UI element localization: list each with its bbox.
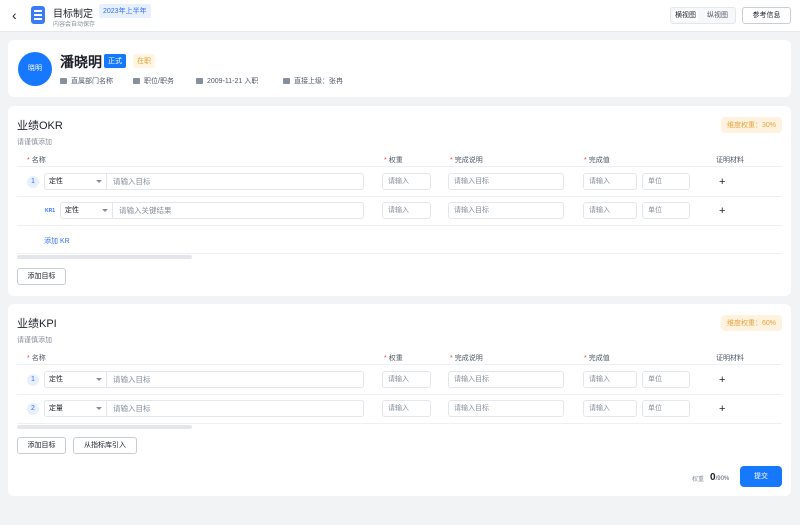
row-index: 2 — [27, 403, 39, 415]
page-title: 目标制定 — [53, 9, 93, 20]
type-select[interactable]: 定性 — [44, 173, 107, 190]
chevron-down-icon — [102, 209, 108, 212]
okr-weight-badge: 维度权重：30% — [720, 117, 782, 133]
submit-button[interactable]: 提交 — [740, 466, 782, 487]
document-icon — [31, 6, 45, 24]
formal-tag: 正式 — [104, 54, 126, 68]
unit-input[interactable]: 单位 — [642, 202, 690, 219]
supervisor-label: 直接上级：张冉 — [294, 78, 343, 85]
join-date-label: 2009-11-21 入职 — [207, 78, 259, 85]
chevron-down-icon — [96, 407, 102, 410]
value-input[interactable]: 请输入 — [583, 173, 637, 190]
value-input[interactable]: 请输入 — [583, 202, 637, 219]
divider — [17, 394, 782, 395]
status-badge: 在职 — [133, 54, 155, 68]
add-kr-link[interactable]: 添加 KR — [44, 236, 70, 246]
description-input[interactable]: 请输入目标 — [448, 173, 564, 190]
add-evidence-icon[interactable]: + — [719, 375, 725, 386]
value-input[interactable]: 请输入 — [583, 400, 637, 417]
autosave-hint: 内容会自动保存 — [53, 22, 96, 28]
okr-title: 业绩OKR — [17, 120, 63, 132]
avatar: 晓明 — [18, 52, 52, 86]
divider — [17, 196, 782, 197]
employee-name: 潘晓明 — [60, 54, 102, 70]
row-index: 1 — [27, 176, 39, 188]
horizontal-scrollbar[interactable] — [17, 255, 192, 259]
goal-input[interactable]: 请输入目标 — [107, 400, 364, 417]
col-name: * 名称 — [27, 355, 46, 362]
position-info: 职位/职务 — [133, 76, 174, 86]
profile-card: 晓明 潘晓明 正式 在职 直属部门名称 职位/职务 2009-11-21 入职 … — [8, 40, 791, 97]
weight-sum-value: 0/90% — [710, 472, 730, 483]
divider — [17, 166, 782, 167]
kpi-hint: 请谨慎添加 — [17, 337, 52, 344]
type-select[interactable]: 定性 — [60, 202, 113, 219]
goal-input[interactable]: 请输入目标 — [107, 371, 364, 388]
import-from-library-button[interactable]: 从指标库引入 — [73, 437, 137, 454]
okr-section: 业绩OKR 请谨慎添加 维度权重：30% * 名称 * 权重 * 完成说明 * 完成值 … — [8, 106, 791, 296]
divider — [17, 253, 782, 254]
kpi-title: 业绩KPI — [17, 318, 57, 330]
col-weight: * 权重 — [384, 157, 403, 164]
horizontal-scrollbar[interactable] — [17, 425, 192, 429]
join-date-info: 2009-11-21 入职 — [196, 76, 258, 86]
weight-input[interactable]: 请输入 — [382, 400, 431, 417]
unit-input[interactable]: 单位 — [642, 371, 690, 388]
col-value: * 完成值 — [584, 355, 610, 362]
unit-input[interactable]: 单位 — [642, 173, 690, 190]
back-icon[interactable]: ‹ — [12, 8, 17, 22]
calendar-icon — [196, 78, 203, 84]
add-goal-button[interactable]: 添加目标 — [17, 437, 66, 454]
org-icon — [60, 78, 67, 84]
add-evidence-icon[interactable]: + — [719, 206, 725, 217]
description-input[interactable]: 请输入目标 — [448, 400, 564, 417]
weight-input[interactable]: 请输入 — [382, 173, 431, 190]
type-select[interactable]: 定性 — [44, 371, 107, 388]
description-input[interactable]: 请输入目标 — [448, 202, 564, 219]
col-description: * 完成说明 — [450, 157, 483, 164]
okr-hint: 请谨慎添加 — [17, 139, 52, 146]
top-bar: ‹ 目标制定 2023年上半年 内容会自动保存 横视图 纵视图 参考信息 — [0, 0, 800, 32]
row-index: 1 — [27, 374, 39, 386]
reference-info-button[interactable]: 参考信息 — [742, 7, 791, 24]
col-name: * 名称 — [27, 157, 46, 164]
col-weight: * 权重 — [384, 355, 403, 362]
divider — [17, 225, 782, 226]
view-vertical-tab[interactable]: 纵视图 — [705, 10, 730, 21]
divider — [17, 423, 782, 424]
kr-index: KR1 — [45, 208, 56, 214]
value-input[interactable]: 请输入 — [583, 371, 637, 388]
col-evidence: 证明材料 — [716, 157, 744, 164]
weight-input[interactable]: 请输入 — [382, 371, 431, 388]
chevron-down-icon — [96, 180, 102, 183]
goal-input[interactable]: 请输入目标 — [107, 173, 364, 190]
divider — [17, 364, 782, 365]
briefcase-icon — [133, 78, 140, 84]
col-value: * 完成值 — [584, 157, 610, 164]
kpi-weight-badge: 维度权重：60% — [720, 315, 782, 331]
view-toggle: 横视图 纵视图 — [670, 7, 736, 24]
weight-sum-label: 权重 — [692, 477, 705, 483]
chevron-down-icon — [96, 378, 102, 381]
department-label: 直属部门名称 — [71, 78, 113, 85]
col-description: * 完成说明 — [450, 355, 483, 362]
add-evidence-icon[interactable]: + — [719, 177, 725, 188]
description-input[interactable]: 请输入目标 — [448, 371, 564, 388]
position-label: 职位/职务 — [144, 78, 174, 85]
view-horizontal-tab[interactable]: 横视图 — [673, 10, 698, 21]
kpi-section: 业绩KPI 请谨慎添加 维度权重：60% * 名称 * 权重 * 完成说明 * 完成值 … — [8, 304, 791, 496]
department-info: 直属部门名称 — [60, 76, 113, 86]
col-evidence: 证明材料 — [716, 355, 744, 362]
supervisor-info: 直接上级：张冉 — [283, 76, 343, 86]
unit-input[interactable]: 单位 — [642, 400, 690, 417]
add-evidence-icon[interactable]: + — [719, 404, 725, 415]
type-select[interactable]: 定量 — [44, 400, 107, 417]
weight-input[interactable]: 请输入 — [382, 202, 431, 219]
user-icon — [283, 78, 290, 84]
add-goal-button[interactable]: 添加目标 — [17, 268, 66, 285]
key-result-input[interactable]: 请输入关键结果 — [113, 202, 364, 219]
period-tag: 2023年上半年 — [99, 4, 151, 18]
